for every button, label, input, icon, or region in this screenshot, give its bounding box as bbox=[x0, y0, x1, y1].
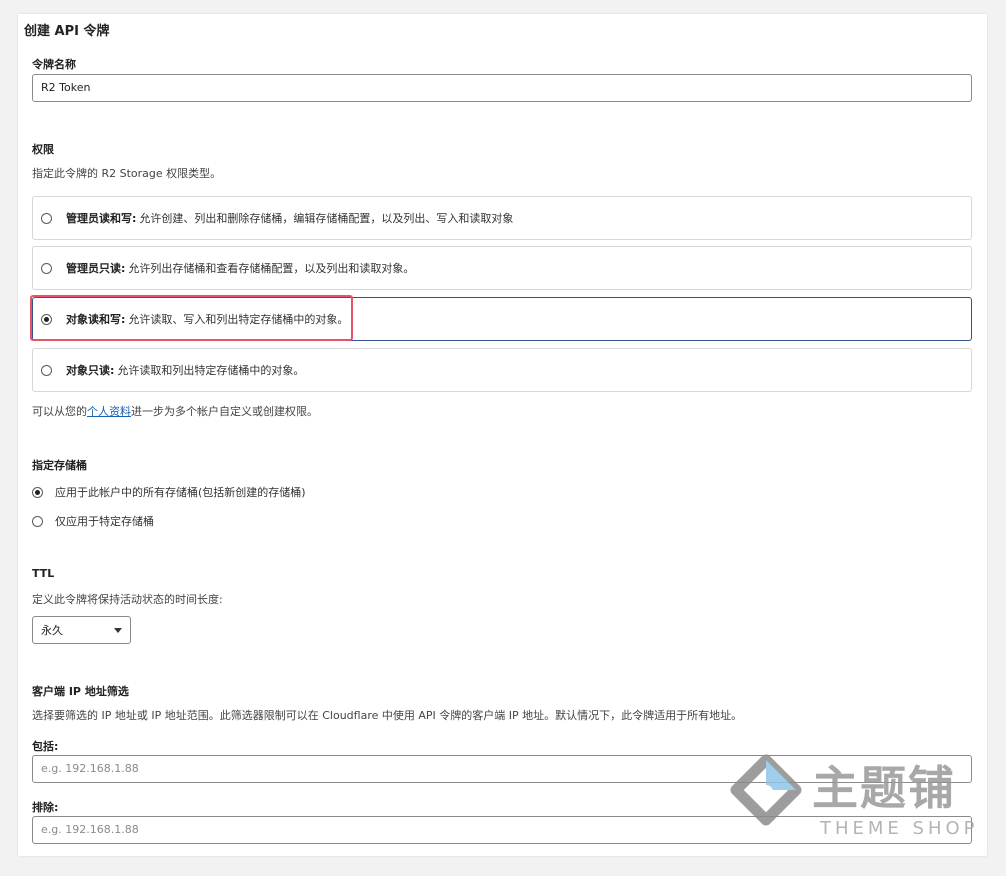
permissions-description: 指定此令牌的 R2 Storage 权限类型。 bbox=[32, 167, 222, 180]
ip-filter-description: 选择要筛选的 IP 地址或 IP 地址范围。此筛选器限制可以在 Cloudfla… bbox=[32, 709, 743, 722]
radio-unchecked-icon[interactable] bbox=[41, 364, 52, 376]
page-title: 创建 API 令牌 bbox=[24, 24, 110, 39]
option-name: 管理员只读: bbox=[66, 262, 126, 275]
radio-checked-icon[interactable] bbox=[32, 486, 43, 498]
highlight-box bbox=[30, 295, 353, 341]
note-suffix: 进一步为多个帐户自定义或创建权限。 bbox=[131, 405, 318, 418]
ttl-select-value: 永久 bbox=[41, 624, 63, 637]
watermark-emblem-icon bbox=[730, 754, 802, 826]
option-desc: 允许列出存储桶和查看存储桶配置，以及列出和读取对象。 bbox=[128, 262, 415, 275]
watermark-logo: 主题铺 THEME SHOP bbox=[730, 754, 974, 839]
bucket-option-label: 应用于此帐户中的所有存储桶(包括新创建的存储桶) bbox=[55, 486, 306, 499]
bucket-option-label: 仅应用于特定存储桶 bbox=[55, 515, 154, 528]
permission-option-admin-read-write[interactable]: 管理员读和写: 允许创建、列出和删除存储桶，编辑存储桶配置，以及列出、写入和读取… bbox=[32, 196, 972, 240]
caret-down-icon bbox=[114, 627, 122, 633]
ip-filter-heading: 客户端 IP 地址筛选 bbox=[32, 685, 129, 698]
token-name-label: 令牌名称 bbox=[32, 58, 76, 71]
exclude-label: 排除: bbox=[32, 801, 59, 814]
token-name-input[interactable]: R2 Token bbox=[32, 74, 972, 102]
note-prefix: 可以从您的 bbox=[32, 405, 87, 418]
include-label: 包括: bbox=[32, 740, 59, 753]
watermark-en: THEME SHOP bbox=[819, 818, 974, 839]
radio-unchecked-icon[interactable] bbox=[32, 515, 43, 527]
option-name: 对象只读: bbox=[66, 364, 115, 377]
bucket-option-all[interactable]: 应用于此帐户中的所有存储桶(包括新创建的存储桶) bbox=[32, 484, 306, 500]
profile-link[interactable]: 个人资料 bbox=[87, 405, 131, 418]
permission-option-admin-read-only[interactable]: 管理员只读: 允许列出存储桶和查看存储桶配置，以及列出和读取对象。 bbox=[32, 246, 972, 290]
option-desc: 允许读取和列出特定存储桶中的对象。 bbox=[117, 364, 305, 377]
radio-unchecked-icon[interactable] bbox=[41, 262, 52, 274]
permissions-heading: 权限 bbox=[32, 143, 54, 156]
watermark-cn: 主题铺 bbox=[812, 761, 956, 815]
ttl-select[interactable]: 永久 bbox=[32, 616, 131, 644]
permissions-note: 可以从您的个人资料进一步为多个帐户自定义或创建权限。 bbox=[32, 403, 318, 419]
bucket-option-specific[interactable]: 仅应用于特定存储桶 bbox=[32, 513, 154, 529]
ttl-heading: TTL bbox=[32, 567, 55, 580]
ttl-description: 定义此令牌将保持活动状态的时间长度: bbox=[32, 593, 223, 606]
create-token-card: 创建 API 令牌 令牌名称 R2 Token 权限 指定此令牌的 R2 Sto… bbox=[18, 14, 987, 856]
option-name: 管理员读和写: bbox=[66, 212, 137, 225]
radio-unchecked-icon[interactable] bbox=[41, 212, 52, 224]
buckets-heading: 指定存储桶 bbox=[32, 459, 87, 472]
permission-option-object-read-only[interactable]: 对象只读: 允许读取和列出特定存储桶中的对象。 bbox=[32, 348, 972, 392]
option-desc: 允许创建、列出和删除存储桶，编辑存储桶配置，以及列出、写入和读取对象 bbox=[139, 212, 514, 225]
